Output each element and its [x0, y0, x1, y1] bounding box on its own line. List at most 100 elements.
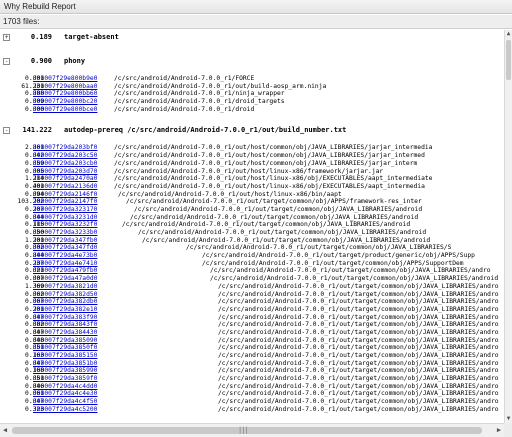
- row-path: /c/src/android/Android-7.0.0_r1/out/targ…: [210, 275, 499, 283]
- node-link[interactable]: J00007f29e800b9e0: [33, 75, 97, 83]
- row-path: /c/src/android/Android-7.0.0_r1/out/targ…: [218, 313, 499, 321]
- node-link[interactable]: J00007f29da4c4e30: [33, 390, 97, 398]
- row-path: /c/src/android/Android-7.0.0_r1/out/targ…: [218, 290, 499, 298]
- row-path: /c/src/android/Android-7.0.0_r1/out/targ…: [142, 236, 431, 244]
- group-header[interactable]: +0.189 target-absent: [0, 30, 504, 44]
- node-link[interactable]: J00007f29da382e10: [33, 306, 97, 314]
- node-link[interactable]: J00007f29da2146f0: [33, 191, 97, 199]
- dependency-row: 0.082 J00007f29da3843f0/c/src/android/And…: [0, 321, 504, 329]
- scroll-right-icon[interactable]: ▶: [494, 424, 504, 437]
- scroll-down-icon[interactable]: ▼: [505, 415, 512, 423]
- dependency-row: 1.201 J00007f29da347fb0/c/src/android/And…: [0, 237, 504, 245]
- dependency-row: 0.062 J00007f29da382d50/c/src/android/And…: [0, 291, 504, 299]
- dependency-row: 0.050 J00007f29da3233b0/c/src/android/And…: [0, 229, 504, 237]
- scroll-left-icon[interactable]: ◀: [0, 424, 10, 437]
- node-link[interactable]: J00007f29da385090: [33, 337, 97, 345]
- scroll-up-icon[interactable]: ▲: [505, 30, 512, 38]
- node-link[interactable]: J00007f29da3821d0: [33, 283, 97, 291]
- node-link[interactable]: J00007f29e800baa0: [33, 83, 97, 91]
- node-link[interactable]: J00007f29da4c4dd0: [33, 383, 97, 391]
- row-path: /c/src/android/Android-7.0.0_r1/droid: [114, 105, 255, 113]
- group-name: phony: [64, 57, 86, 65]
- row-path: /c/src/android/Android-7.0.0_r1/out/targ…: [218, 352, 499, 359]
- dependency-row: 0.047 J00007f29da384430/c/src/android/And…: [0, 329, 504, 337]
- node-link[interactable]: J00007f29da385150: [33, 352, 97, 360]
- node-link[interactable]: J00007f29da203d70: [33, 168, 97, 176]
- window-title: Why Rebuild Report: [0, 0, 512, 14]
- dependency-row: 1.214 J00007f29da2470a0/c/src/android/And…: [0, 175, 504, 183]
- node-link[interactable]: J00007f29da3859f0: [33, 375, 97, 383]
- dependency-row: 0.005 J00007f29da203d70/c/src/android/And…: [0, 168, 504, 176]
- node-link[interactable]: J00007f29da3233b0: [33, 229, 97, 237]
- node-link[interactable]: J00007f29e800bb60: [33, 90, 97, 98]
- node-link[interactable]: J00007f29da2136d0: [33, 183, 97, 191]
- node-link[interactable]: J00007f29da347fb0: [33, 237, 97, 245]
- row-path: /c/src/android/Android-7.0.0_r1/out/targ…: [126, 198, 422, 206]
- vertical-scrollbar[interactable]: ▲ ▼: [504, 30, 512, 423]
- row-path: /c/src/android/Android-7.0.0_r1/out/host…: [114, 144, 433, 152]
- vertical-scroll-thumb[interactable]: [506, 40, 511, 80]
- row-path: /c/src/android/Android-7.0.0_r1/FORCE: [114, 75, 255, 82]
- node-link[interactable]: J00007f29da2147f0: [33, 198, 97, 206]
- node-link[interactable]: J00007f29da382db0: [33, 298, 97, 306]
- dependency-row: 0.002 J00007f29da347fd0/c/src/android/And…: [0, 244, 504, 252]
- node-link[interactable]: J00007f29da323170: [33, 206, 97, 214]
- node-link[interactable]: J00007f29da3232f0: [33, 221, 97, 229]
- node-link[interactable]: J00007f29da3231d0: [33, 214, 97, 222]
- node-link[interactable]: J00007f29e800bc20: [33, 98, 97, 106]
- report-tree[interactable]: +0.189 target-absent - 0.900 phony 0.001 J0000…: [0, 30, 504, 423]
- row-path: /c/src/android/Android-7.0.0_r1/out/targ…: [218, 305, 499, 313]
- group-header[interactable]: - 141.222 autodep-prereq /c/src/android/An…: [0, 123, 504, 137]
- group-name: target-absent: [64, 33, 119, 41]
- row-path: /c/src/android/Android-7.0.0_r1/droid_ta…: [114, 98, 285, 106]
- expand-icon[interactable]: +: [3, 34, 10, 41]
- dependency-row: 0.047 J00007f29da383f90/c/src/android/And…: [0, 314, 504, 322]
- node-link[interactable]: J00007f29da4c4f50: [33, 398, 97, 406]
- group-time: 0.189: [30, 33, 52, 41]
- group-time: 141.222: [22, 126, 52, 135]
- node-link[interactable]: J00007f29da203c50: [33, 152, 97, 160]
- dependency-row: 0.207 J00007f29da323170/c/src/android/And…: [0, 206, 504, 214]
- node-link[interactable]: J00007f29da385990: [33, 367, 97, 375]
- node-link[interactable]: J00007f29da3850f0: [33, 344, 97, 352]
- node-link[interactable]: J00007f29da203bf0: [33, 144, 97, 152]
- dependency-row: 0.163 J00007f29da385150/c/src/android/And…: [0, 352, 504, 360]
- dependency-row: 61.231 J00007f29e800baa0/c/src/android/An…: [0, 83, 504, 91]
- dependency-row: 103.202 J00007f29da2147f0/c/src/android/A…: [0, 198, 504, 206]
- dependency-row: 0.888 J00007f29e800bb60/c/src/android/And…: [0, 90, 504, 98]
- node-link[interactable]: J00007f29da4e73b0: [33, 252, 97, 260]
- row-path: /c/src/android/Android-7.0.0_r1/out/targ…: [122, 221, 411, 229]
- dependency-row: 0.048 J00007f29da385090/c/src/android/And…: [0, 337, 504, 345]
- node-link[interactable]: J00007f29e800bce0: [33, 106, 97, 114]
- row-path: /c/src/android/Android-7.0.0_r1/out/host…: [114, 167, 384, 175]
- dependency-row: 0.067 J00007f29da382db0/c/src/android/And…: [0, 298, 504, 306]
- node-link[interactable]: J00007f29da384430: [33, 329, 97, 337]
- node-link[interactable]: J00007f29da3851b0: [33, 360, 97, 368]
- report-group: +0.189 target-absent: [0, 30, 504, 54]
- node-link[interactable]: J00007f29da2470a0: [33, 175, 97, 183]
- collapse-icon[interactable]: -: [3, 127, 10, 135]
- node-link[interactable]: J00007f29da47a0d0: [33, 275, 97, 283]
- node-link[interactable]: J00007f29da347fd0: [33, 244, 97, 252]
- node-link[interactable]: J00007f29da4c5200: [33, 406, 97, 414]
- row-path: /c/src/android/Android-7.0.0_r1/out/targ…: [218, 405, 499, 413]
- row-path: /c/src/android/Android-7.0.0_r1/out/targ…: [202, 252, 475, 260]
- row-path: /c/src/android/Android-7.0.0_r1/out/targ…: [130, 213, 419, 221]
- node-link[interactable]: J00007f29da203cb0: [33, 160, 97, 168]
- group-header[interactable]: - 0.900 phony: [0, 54, 504, 68]
- group-time: 0.900: [30, 57, 52, 65]
- row-path: /c/src/android/Android-7.0.0_r1/out/targ…: [218, 282, 499, 290]
- row-path: /c/src/android/Android-7.0.0_r1/out/targ…: [202, 259, 464, 267]
- row-path: /c/src/android/Android-7.0.0_r1/out/targ…: [134, 205, 423, 213]
- files-count-label: 1703 files:: [0, 15, 512, 29]
- node-link[interactable]: J00007f29da382d50: [33, 291, 97, 299]
- horizontal-scrollbar[interactable]: ◀ ||| ▶: [0, 423, 504, 437]
- node-link[interactable]: J00007f29da3843f0: [33, 321, 97, 329]
- row-path: /c/src/android/Android-7.0.0_r1/out/targ…: [218, 375, 499, 383]
- dependency-row: 0.201 J00007f29da382e10/c/src/android/And…: [0, 306, 504, 314]
- collapse-icon[interactable]: -: [3, 58, 10, 65]
- node-link[interactable]: J00007f29da479fb0: [33, 267, 97, 275]
- dependency-row: 0.401 J00007f29da2136d0/c/src/android/And…: [0, 183, 504, 191]
- node-link[interactable]: J00007f29da4e7410: [33, 260, 97, 268]
- node-link[interactable]: J00007f29da383f90: [33, 314, 97, 322]
